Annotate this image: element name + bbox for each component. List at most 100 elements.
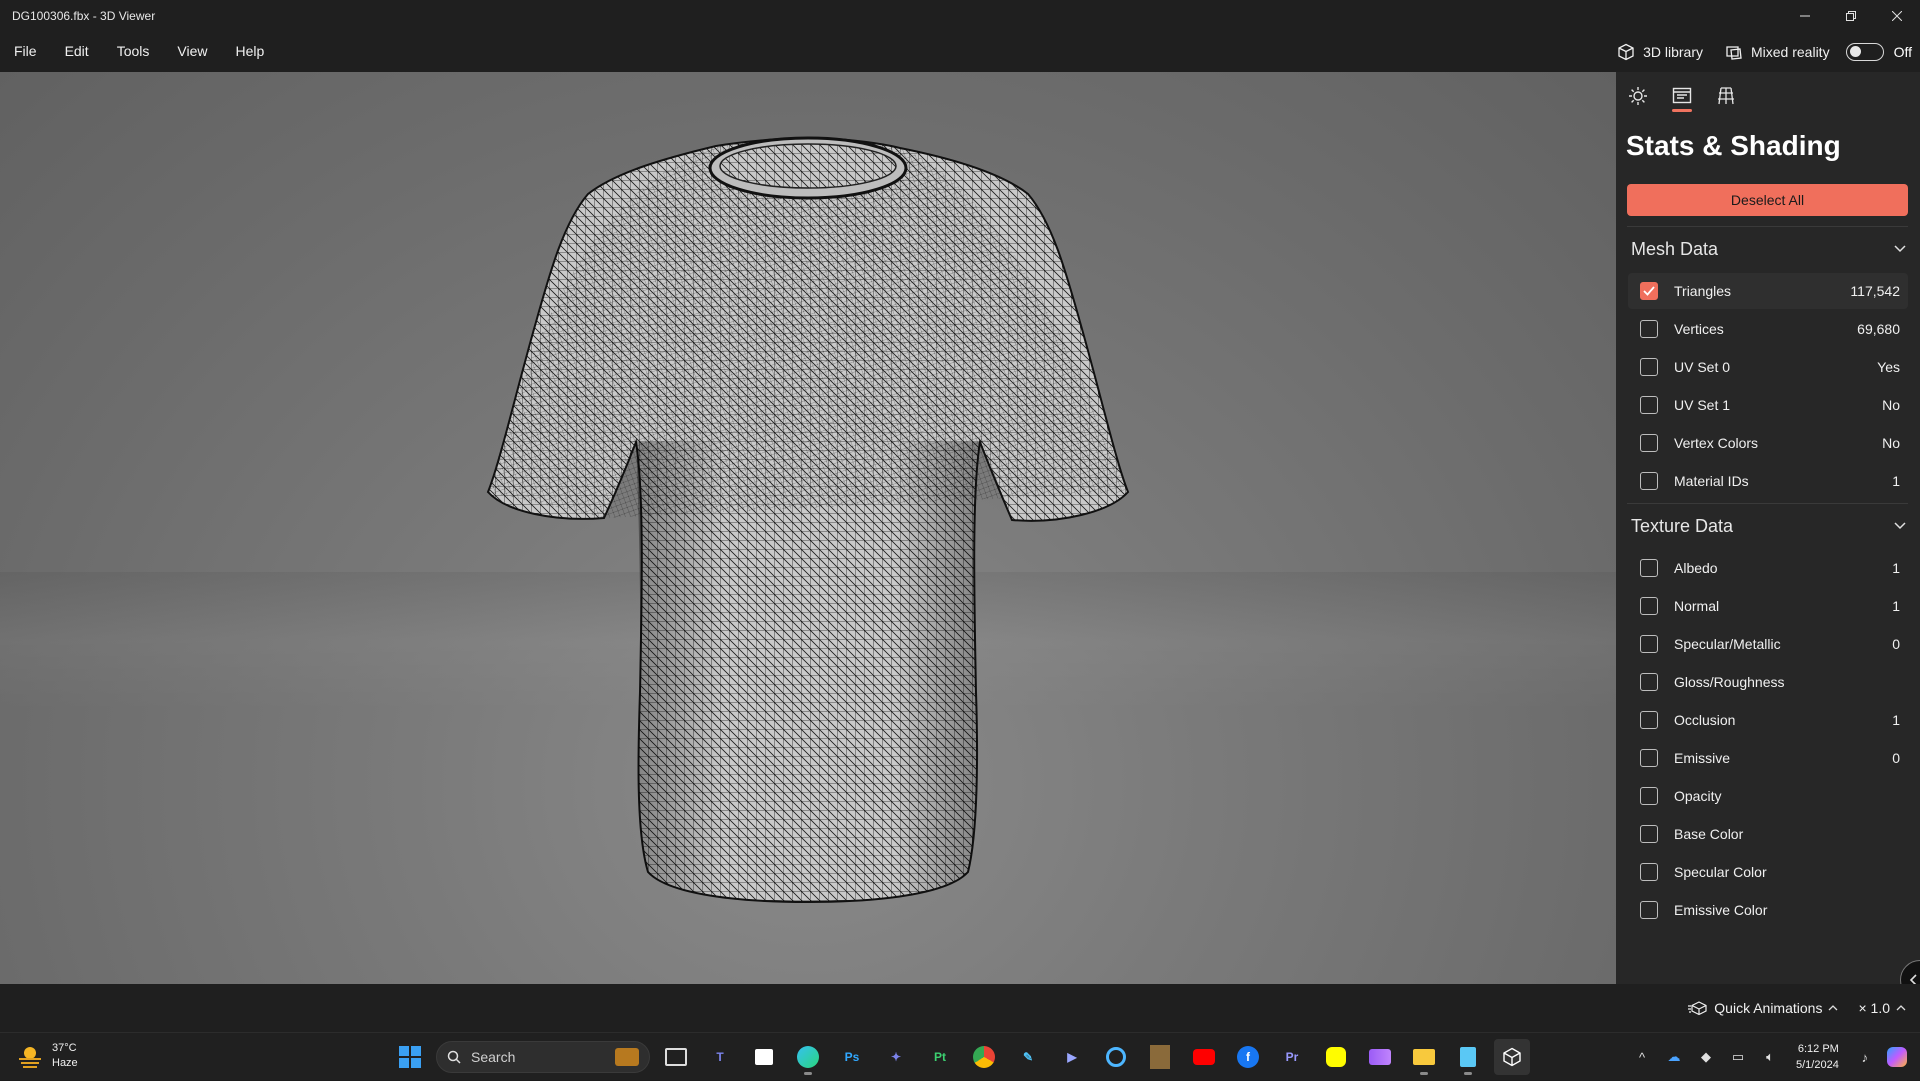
mixed-reality-button[interactable]: Mixed reality — [1719, 43, 1836, 61]
portrait-app-icon[interactable] — [1142, 1039, 1178, 1075]
texture-row[interactable]: Emissive Color — [1628, 892, 1908, 928]
chevron-up-icon — [1829, 1005, 1838, 1011]
menu-tools[interactable]: Tools — [103, 31, 164, 72]
mesh-row[interactable]: Vertex Colors No — [1628, 425, 1908, 461]
tab-grid[interactable] — [1714, 86, 1738, 112]
weather-text: 37°C Haze — [52, 1041, 78, 1071]
checkbox[interactable] — [1640, 787, 1658, 805]
system-tray: ^ ☁ ◆ ▭ 🔈︎ 6:12 PM 5/1/2024 ♪ — [1630, 1033, 1909, 1081]
pt-app-icon[interactable]: Pt — [922, 1039, 958, 1075]
checkbox[interactable] — [1640, 711, 1658, 729]
tab-stats-shading[interactable] — [1670, 86, 1694, 112]
chrome-icon[interactable] — [966, 1039, 1002, 1075]
media-player-icon[interactable]: ▶ — [1054, 1039, 1090, 1075]
texture-data-header[interactable]: Texture Data — [1616, 504, 1920, 548]
network-icon[interactable]: ▭ — [1726, 1045, 1750, 1069]
checkbox[interactable] — [1640, 282, 1658, 300]
checkbox[interactable] — [1640, 358, 1658, 376]
3d-viewport[interactable] — [0, 72, 1616, 984]
onedrive-icon[interactable]: ☁ — [1662, 1045, 1686, 1069]
checkbox[interactable] — [1640, 901, 1658, 919]
mesh-row[interactable]: Material IDs 1 — [1628, 463, 1908, 499]
menu-edit[interactable]: Edit — [51, 31, 103, 72]
checkbox[interactable] — [1640, 597, 1658, 615]
circle-app-icon[interactable] — [1098, 1039, 1134, 1075]
edge-icon[interactable] — [790, 1039, 826, 1075]
teams-work-icon[interactable]: ✦ — [878, 1039, 914, 1075]
checkbox[interactable] — [1640, 749, 1658, 767]
premiere-icon[interactable]: Pr — [1274, 1039, 1310, 1075]
checkbox[interactable] — [1640, 396, 1658, 414]
weather-widget[interactable]: 37°C Haze — [16, 1041, 78, 1071]
3d-library-button[interactable]: 3D library — [1611, 43, 1709, 61]
texture-row[interactable]: Occlusion 1 — [1628, 702, 1908, 738]
mesh-row[interactable]: UV Set 0 Yes — [1628, 349, 1908, 385]
texture-row[interactable]: Normal 1 — [1628, 588, 1908, 624]
restore-button[interactable] — [1828, 0, 1874, 31]
texture-row[interactable]: Base Color — [1628, 816, 1908, 852]
checkbox[interactable] — [1640, 825, 1658, 843]
cube-icon — [1503, 1047, 1521, 1067]
menu-bar: File Edit Tools View Help 3D library Mix… — [0, 31, 1920, 72]
paint-app-icon[interactable]: ✎ — [1010, 1039, 1046, 1075]
mesh-row[interactable]: Triangles 117,542 — [1628, 273, 1908, 309]
3d-viewer-icon[interactable] — [1494, 1039, 1530, 1075]
facebook-icon[interactable]: f — [1230, 1039, 1266, 1075]
clipchamp-icon[interactable] — [1362, 1039, 1398, 1075]
mesh-value: 1 — [1892, 473, 1900, 489]
notification-bell-icon[interactable]: ♪ — [1853, 1045, 1877, 1069]
chevron-up-icon[interactable]: ^ — [1630, 1045, 1654, 1069]
checkbox[interactable] — [1640, 472, 1658, 490]
start-button[interactable] — [392, 1039, 428, 1075]
clock-date: 5/1/2024 — [1796, 1059, 1839, 1071]
mesh-data-header[interactable]: Mesh Data — [1616, 227, 1920, 271]
volume-icon[interactable]: 🔈︎ — [1758, 1045, 1782, 1069]
texture-row[interactable]: Albedo 1 — [1628, 550, 1908, 586]
texture-row[interactable]: Specular/Metallic 0 — [1628, 626, 1908, 662]
mixed-reality-toggle[interactable] — [1845, 42, 1884, 61]
snapchat-icon[interactable] — [1318, 1039, 1354, 1075]
menu-help[interactable]: Help — [221, 31, 278, 72]
teams-icon[interactable]: T — [702, 1039, 738, 1075]
close-button[interactable] — [1874, 0, 1920, 31]
file-explorer-icon[interactable] — [1406, 1039, 1442, 1075]
dropbox-icon[interactable]: ◆ — [1694, 1045, 1718, 1069]
tab-lighting[interactable] — [1626, 86, 1650, 112]
mesh-data-list: Triangles 117,542 Vertices 69,680 UV Set 0 Ye… — [1616, 273, 1920, 499]
photoshop-icon[interactable]: Ps — [834, 1039, 870, 1075]
texture-row[interactable]: Specular Color — [1628, 854, 1908, 890]
texture-label: Base Color — [1674, 826, 1744, 842]
checkbox[interactable] — [1640, 673, 1658, 691]
copilot-icon[interactable] — [1885, 1045, 1909, 1069]
store-icon[interactable] — [746, 1039, 782, 1075]
menu-file[interactable]: File — [0, 31, 51, 72]
texture-row[interactable]: Gloss/Roughness — [1628, 664, 1908, 700]
mesh-row[interactable]: UV Set 1 No — [1628, 387, 1908, 423]
deselect-all-button[interactable]: Deselect All — [1627, 184, 1908, 216]
tshirt-wireframe-model[interactable] — [0, 72, 1616, 984]
notepad-icon[interactable] — [1450, 1039, 1486, 1075]
chevron-down-icon — [1894, 245, 1906, 253]
mesh-label: Vertices — [1674, 321, 1724, 337]
texture-row[interactable]: Emissive 0 — [1628, 740, 1908, 776]
quick-animations-button[interactable]: Quick Animations — [1678, 1000, 1848, 1016]
checkbox[interactable] — [1640, 635, 1658, 653]
mesh-row[interactable]: Vertices 69,680 — [1628, 311, 1908, 347]
checkbox[interactable] — [1640, 559, 1658, 577]
taskbar-search[interactable]: Search — [436, 1041, 650, 1073]
mesh-value: Yes — [1877, 359, 1900, 375]
checkbox[interactable] — [1640, 434, 1658, 452]
task-view-icon[interactable] — [658, 1039, 694, 1075]
minimize-button[interactable] — [1782, 0, 1828, 31]
menu-right-group: 3D library Mixed reality Off — [1611, 42, 1920, 61]
youtube-icon[interactable] — [1186, 1039, 1222, 1075]
checkbox[interactable] — [1640, 320, 1658, 338]
speed-selector[interactable]: × 1.0 — [1848, 1000, 1920, 1016]
checkbox[interactable] — [1640, 863, 1658, 881]
menu-view[interactable]: View — [163, 31, 221, 72]
clock[interactable]: 6:12 PM 5/1/2024 — [1790, 1041, 1845, 1073]
mesh-label: Material IDs — [1674, 473, 1749, 489]
texture-value: 1 — [1892, 712, 1900, 728]
title-bar: DG100306.fbx - 3D Viewer — [0, 0, 1920, 31]
texture-row[interactable]: Opacity — [1628, 778, 1908, 814]
